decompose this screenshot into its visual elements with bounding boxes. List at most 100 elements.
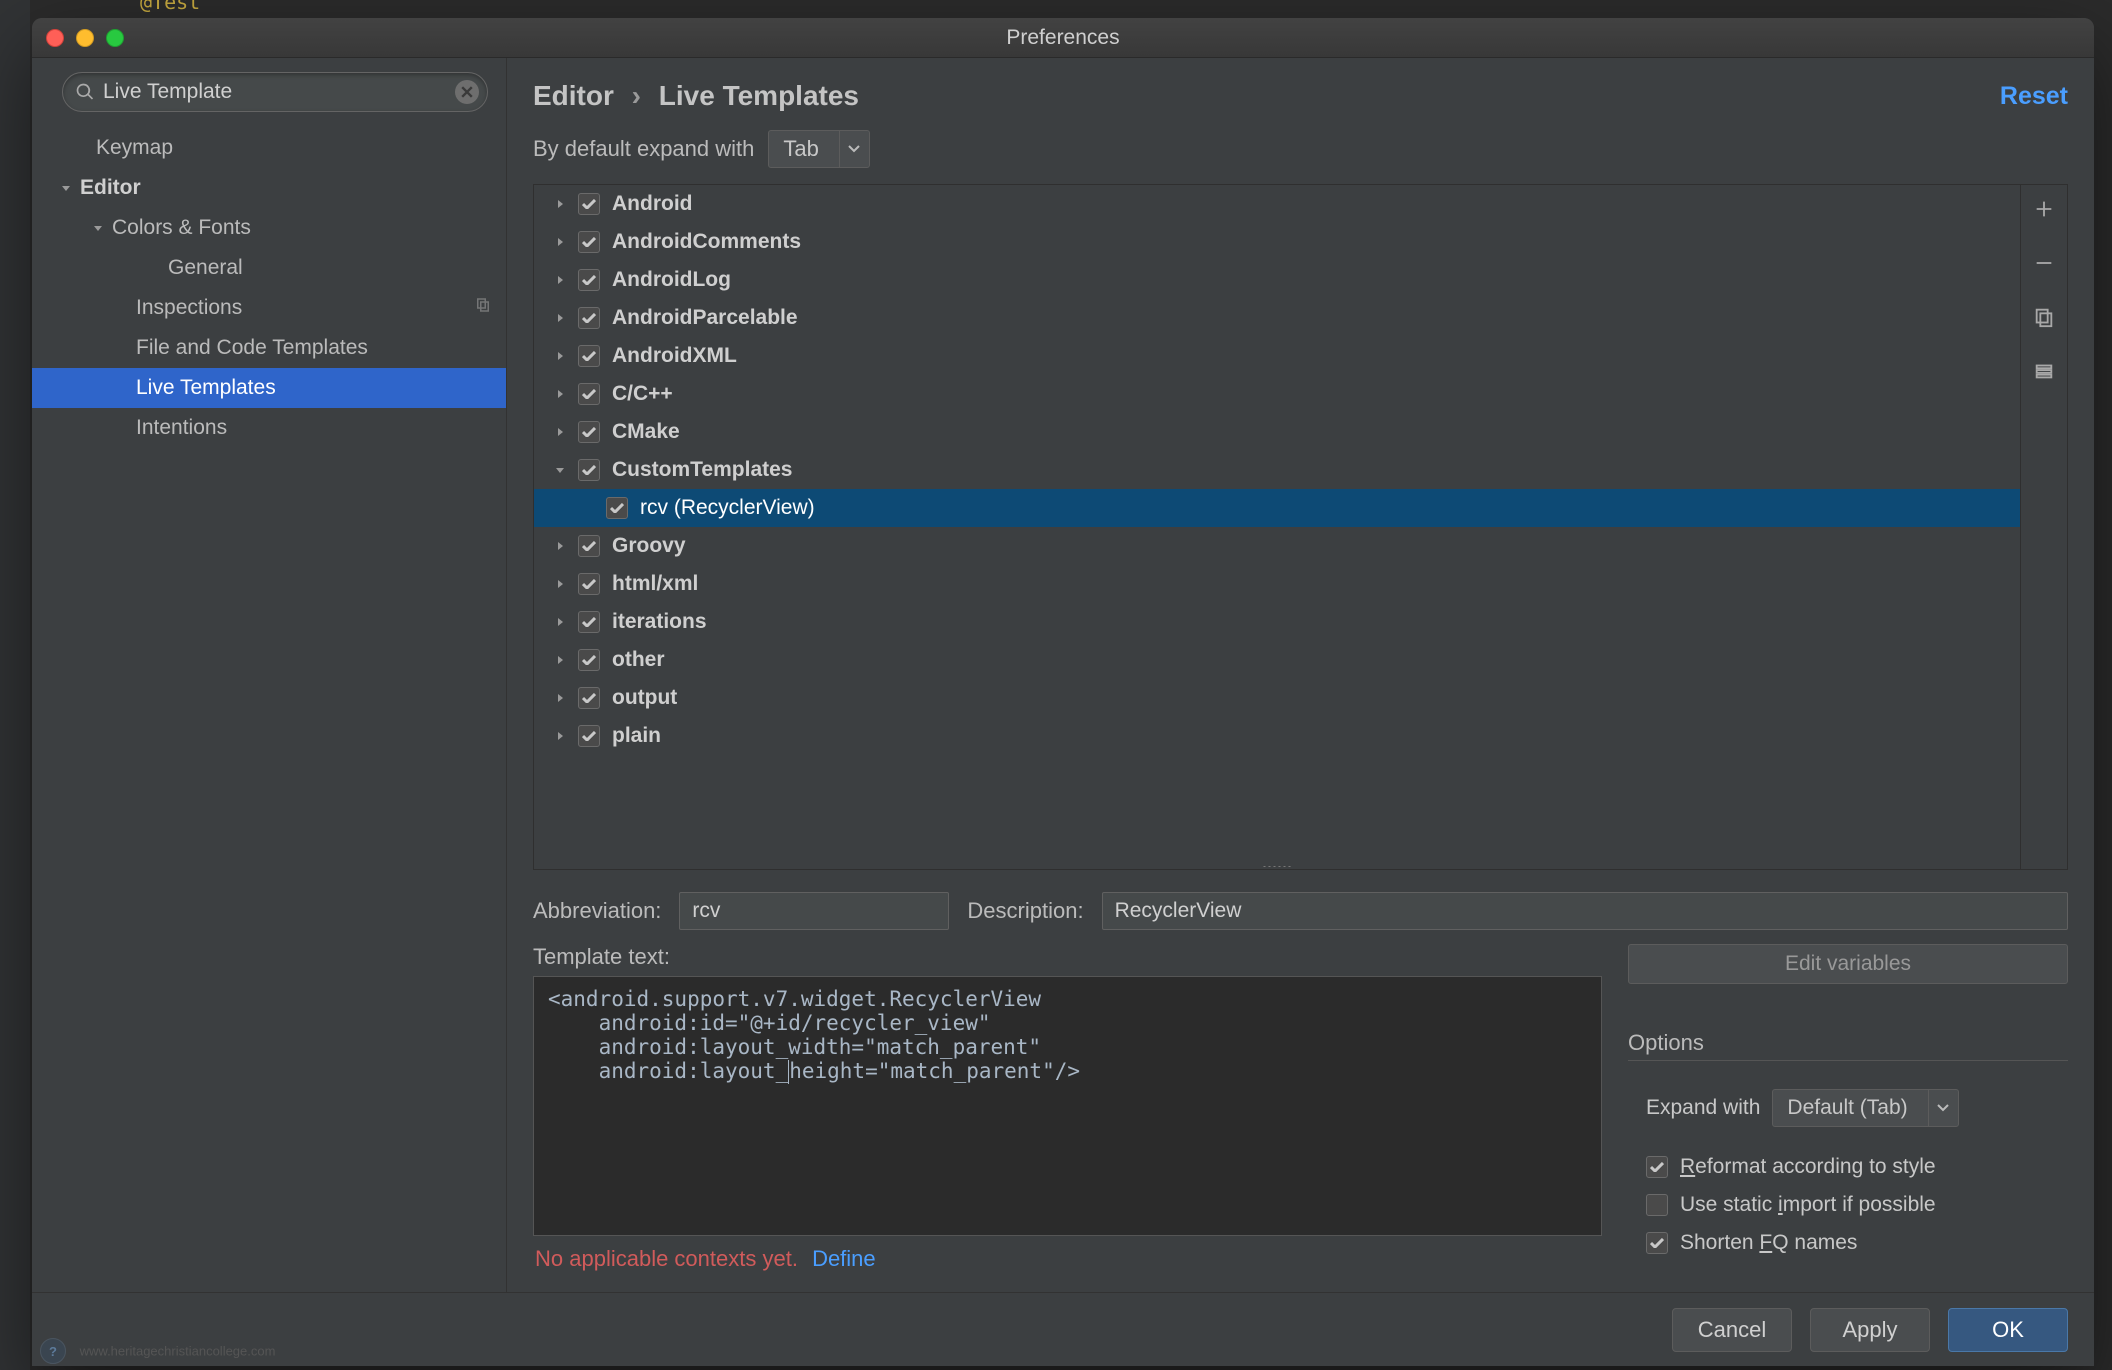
- checkbox[interactable]: [578, 231, 600, 253]
- sidebar-item-general[interactable]: General: [32, 248, 506, 288]
- option-checkbox[interactable]: [1646, 1194, 1668, 1216]
- disclosure-closed-icon[interactable]: [550, 578, 570, 590]
- disclosure-closed-icon[interactable]: [550, 350, 570, 362]
- breadcrumb-item: Editor: [533, 80, 614, 111]
- template-label: AndroidComments: [612, 230, 801, 254]
- chevron-down-icon[interactable]: [1928, 1090, 1958, 1126]
- sidebar: KeymapEditorColors & FontsGeneral Inspect…: [32, 58, 507, 1292]
- checkbox[interactable]: [578, 535, 600, 557]
- disclosure-closed-icon[interactable]: [550, 274, 570, 286]
- checkbox[interactable]: [578, 459, 600, 481]
- reset-button[interactable]: Reset: [2000, 82, 2068, 111]
- sidebar-item-live-templates[interactable]: Live Templates: [32, 368, 506, 408]
- template-group-cmake[interactable]: CMake: [534, 413, 2020, 451]
- sidebar-item-label: Inspections: [136, 296, 242, 320]
- option-checkbox[interactable]: [1646, 1232, 1668, 1254]
- add-button[interactable]: [2030, 195, 2058, 223]
- template-label: AndroidLog: [612, 268, 731, 292]
- checkbox[interactable]: [578, 193, 600, 215]
- description-label: Description:: [967, 898, 1083, 924]
- description-input[interactable]: [1102, 892, 2068, 930]
- option-expand-select[interactable]: Default (Tab): [1772, 1089, 1958, 1127]
- disclosure-closed-icon[interactable]: [550, 616, 570, 628]
- disclosure-closed-icon[interactable]: [550, 730, 570, 742]
- search-field[interactable]: [62, 72, 488, 112]
- template-group-androidxml[interactable]: AndroidXML: [534, 337, 2020, 375]
- disclosure-closed-icon[interactable]: [550, 236, 570, 248]
- dialog-footer: Cancel Apply OK: [32, 1292, 2094, 1366]
- template-group-androidlog[interactable]: AndroidLog: [534, 261, 2020, 299]
- checkbox[interactable]: [578, 345, 600, 367]
- checkbox[interactable]: [578, 307, 600, 329]
- template-label: CustomTemplates: [612, 458, 792, 482]
- checkbox[interactable]: [578, 611, 600, 633]
- template-group-plain[interactable]: plain: [534, 717, 2020, 755]
- checkbox[interactable]: [578, 383, 600, 405]
- option-label: Shorten FQ names: [1680, 1231, 1857, 1255]
- checkbox[interactable]: [578, 725, 600, 747]
- apply-button[interactable]: Apply: [1810, 1308, 1930, 1352]
- clear-search-button[interactable]: [455, 80, 479, 104]
- breadcrumb: Editor › Live Templates: [533, 80, 859, 112]
- template-group-iterations[interactable]: iterations: [534, 603, 2020, 641]
- template-group-customtemplates[interactable]: CustomTemplates: [534, 451, 2020, 489]
- sidebar-item-keymap[interactable]: Keymap: [32, 128, 506, 168]
- abbreviation-input[interactable]: [679, 892, 949, 930]
- cancel-button[interactable]: Cancel: [1672, 1308, 1792, 1352]
- minimize-window-button[interactable]: [76, 29, 94, 47]
- template-label: CMake: [612, 420, 680, 444]
- remove-button[interactable]: [2030, 249, 2058, 277]
- close-window-button[interactable]: [46, 29, 64, 47]
- titlebar[interactable]: Preferences: [32, 18, 2094, 58]
- copy-button[interactable]: [2030, 303, 2058, 331]
- disclosure-closed-icon[interactable]: [550, 540, 570, 552]
- disclosure-closed-icon[interactable]: [550, 426, 570, 438]
- template-text-editor[interactable]: <android.support.v7.widget.RecyclerView …: [533, 976, 1602, 1236]
- search-input[interactable]: [103, 80, 449, 104]
- watermark: ? www.heritagechristiancollege.com: [40, 1338, 275, 1364]
- checkbox[interactable]: [578, 687, 600, 709]
- disclosure-closed-icon[interactable]: [550, 692, 570, 704]
- checkbox[interactable]: [578, 269, 600, 291]
- checkbox[interactable]: [578, 649, 600, 671]
- template-group-c-c-[interactable]: C/C++: [534, 375, 2020, 413]
- disclosure-closed-icon[interactable]: [550, 198, 570, 210]
- checkbox[interactable]: [578, 573, 600, 595]
- sidebar-item-colors-fonts[interactable]: Colors & Fonts: [32, 208, 506, 248]
- checkbox[interactable]: [606, 497, 628, 519]
- template-item-rcv-recyclerview-[interactable]: rcv (RecyclerView): [534, 489, 2020, 527]
- template-group-groovy[interactable]: Groovy: [534, 527, 2020, 565]
- disclosure-open-icon[interactable]: [88, 222, 108, 234]
- template-group-androidcomments[interactable]: AndroidComments: [534, 223, 2020, 261]
- template-group-other[interactable]: other: [534, 641, 2020, 679]
- zoom-window-button[interactable]: [106, 29, 124, 47]
- expand-with-select[interactable]: Tab: [768, 130, 869, 168]
- disclosure-closed-icon[interactable]: [550, 312, 570, 324]
- disclosure-closed-icon[interactable]: [550, 654, 570, 666]
- sidebar-item-inspections[interactable]: Inspections: [32, 288, 506, 328]
- template-label: iterations: [612, 610, 707, 634]
- edit-variables-button[interactable]: Edit variables: [1628, 944, 2068, 984]
- window-controls: [46, 29, 124, 47]
- disclosure-open-icon[interactable]: [550, 464, 570, 476]
- select-value: Tab: [769, 136, 838, 162]
- template-group-output[interactable]: output: [534, 679, 2020, 717]
- template-group-android[interactable]: Android: [534, 185, 2020, 223]
- disclosure-open-icon[interactable]: [56, 182, 76, 194]
- disclosure-closed-icon[interactable]: [550, 388, 570, 400]
- template-tree[interactable]: Android AndroidComments AndroidLog AndroidP…: [533, 184, 2020, 870]
- sidebar-item-file-and-code-templates[interactable]: File and Code Templates: [32, 328, 506, 368]
- sidebar-item-intentions[interactable]: Intentions: [32, 408, 506, 448]
- define-context-link[interactable]: Define: [812, 1246, 876, 1271]
- copy-profile-icon[interactable]: [474, 296, 492, 320]
- template-group-html-xml[interactable]: html/xml: [534, 565, 2020, 603]
- option-checkbox[interactable]: [1646, 1156, 1668, 1178]
- template-label: plain: [612, 724, 661, 748]
- chevron-down-icon[interactable]: [839, 131, 869, 167]
- splitter-handle[interactable]: [1262, 865, 1292, 870]
- template-group-androidparcelable[interactable]: AndroidParcelable: [534, 299, 2020, 337]
- sidebar-item-editor[interactable]: Editor: [32, 168, 506, 208]
- checkbox[interactable]: [578, 421, 600, 443]
- details-button[interactable]: [2030, 357, 2058, 385]
- ok-button[interactable]: OK: [1948, 1308, 2068, 1352]
